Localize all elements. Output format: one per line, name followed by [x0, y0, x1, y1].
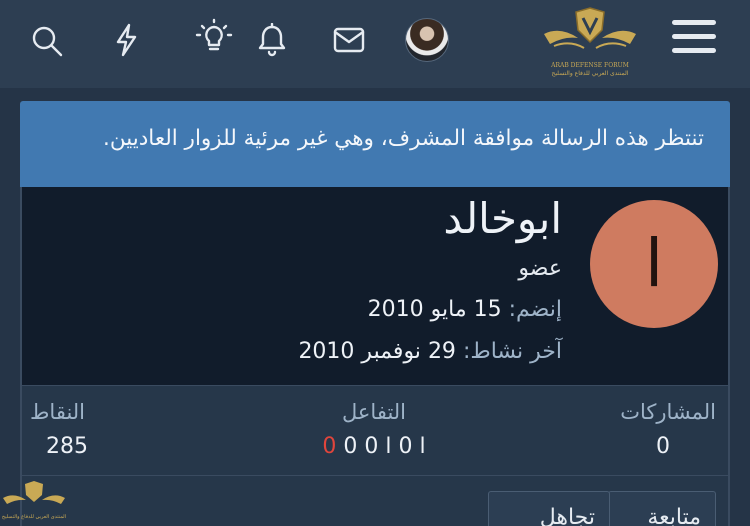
logo-text: ARAB DEFENSE FORUM — [551, 62, 629, 69]
lightbulb-icon[interactable] — [192, 16, 236, 56]
last-activity-value: 29 نوفمبر 2010 — [298, 339, 456, 364]
stat-reactions[interactable]: التفاعل 0 0 ا 0 ا 0 — [284, 398, 464, 464]
member-avatar[interactable]: ا — [590, 200, 718, 328]
posts-label: المشاركات — [620, 400, 716, 424]
logo-subtext: المنتدى العربي للدفاع والتسليح — [551, 70, 629, 77]
top-navigation-bar: ARAB DEFENSE FORUM المنتدى العربي للدفاع… — [0, 0, 750, 88]
member-role: عضو — [518, 256, 562, 281]
search-icon[interactable] — [28, 22, 66, 60]
reactions-value: 0 0 ا 0 ا 0 — [284, 430, 464, 464]
follow-button[interactable]: متابعة — [608, 491, 716, 526]
last-activity-label: آخر نشاط: — [462, 339, 562, 364]
profile-actions: متابعة تجاهل — [20, 475, 730, 526]
member-stats: المشاركات 0 التفاعل 0 0 ا 0 ا 0 النقاط 2… — [20, 385, 730, 475]
bell-icon[interactable] — [256, 22, 288, 58]
watermark-text: المنتدى العربي للدفاع والتسليح — [1, 514, 67, 520]
menu-icon[interactable] — [672, 20, 718, 58]
watermark-logo: المنتدى العربي للدفاع والتسليح — [0, 478, 68, 526]
mail-icon[interactable] — [330, 24, 368, 56]
member-profile-card: ا ابوخالد عضو إنضم: 15 مايو 2010 آخر نشا… — [20, 187, 730, 385]
reactions-digits: 0 ا 0 ا 0 — [343, 434, 426, 459]
moderation-notice: تنتظر هذه الرسالة موافقة المشرف، وهي غير… — [20, 101, 730, 187]
posts-value: 0 — [656, 434, 670, 459]
watermark-emblem-icon — [3, 481, 65, 504]
bolt-icon[interactable] — [108, 20, 144, 60]
last-activity-line: آخر نشاط: 29 نوفمبر 2010 — [298, 337, 562, 367]
forum-logo[interactable]: ARAB DEFENSE FORUM المنتدى العربي للدفاع… — [540, 4, 640, 80]
member-username[interactable]: ابوخالد — [443, 195, 562, 243]
user-avatar[interactable] — [405, 18, 449, 62]
points-value: 285 — [46, 434, 88, 459]
reactions-negative: 0 — [322, 434, 337, 459]
logo-emblem-icon — [544, 7, 636, 49]
stat-points[interactable]: النقاط 285 — [30, 398, 210, 464]
stat-posts[interactable]: المشاركات 0 — [536, 398, 716, 464]
ignore-button[interactable]: تجاهل — [488, 491, 610, 526]
joined-label: إنضم: — [508, 297, 562, 322]
points-label: النقاط — [30, 400, 86, 424]
joined-value: 15 مايو 2010 — [367, 297, 502, 322]
joined-line: إنضم: 15 مايو 2010 — [368, 295, 562, 325]
reactions-label: التفاعل — [341, 400, 407, 424]
